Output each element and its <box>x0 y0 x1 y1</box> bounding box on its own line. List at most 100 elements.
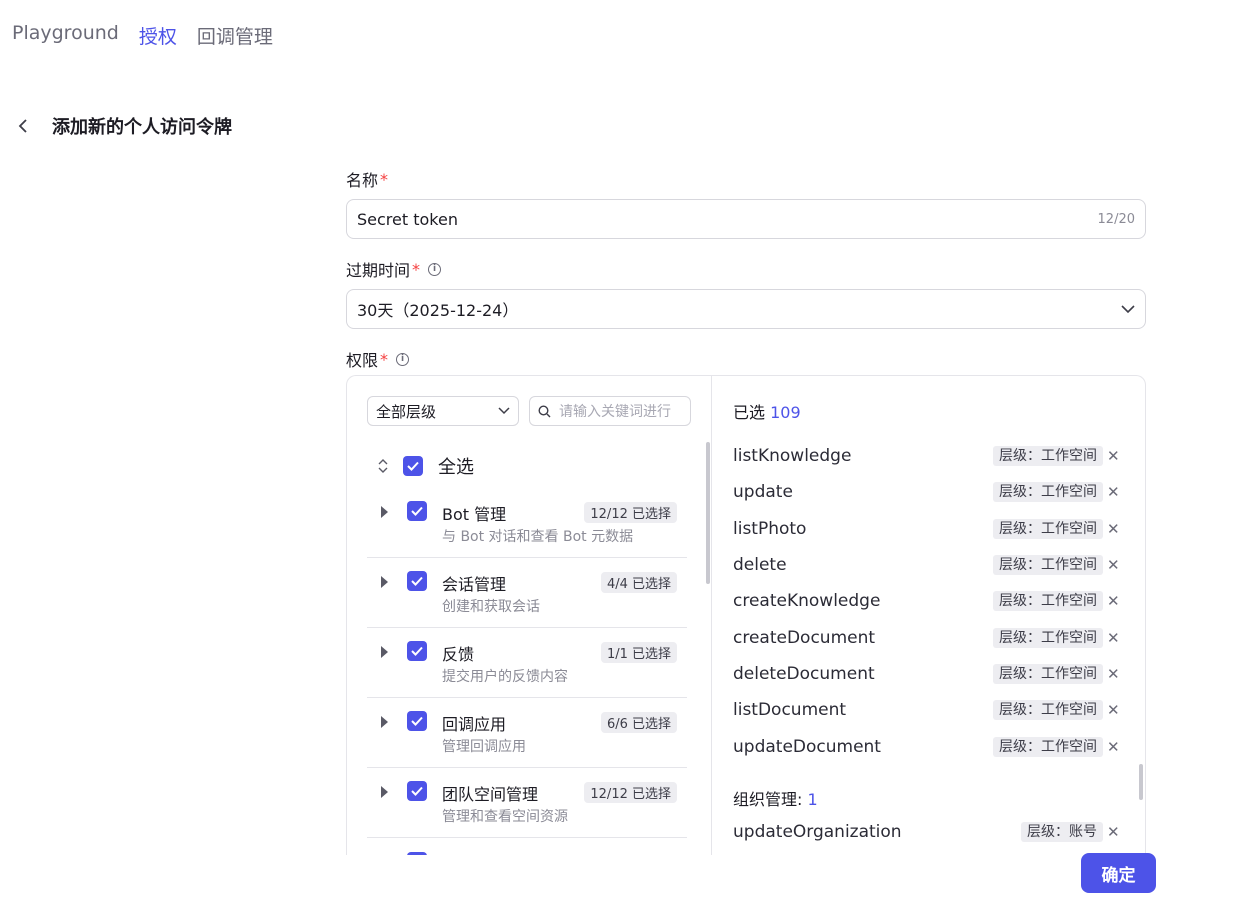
search-input[interactable]: 请输入关键词进行 <box>529 396 691 426</box>
level-tag: 层级：工作空间 <box>993 736 1103 757</box>
chevron-down-icon <box>498 407 510 415</box>
tree-scrollbar[interactable] <box>706 442 710 584</box>
remove-icon[interactable]: ✕ <box>1107 556 1120 574</box>
level-tag: 层级：账号 <box>1021 822 1103 843</box>
name-field-group: 名称 * Secret token 12/20 <box>346 167 1146 239</box>
group-desc: 与 Bot 对话和查看 Bot 元数据 <box>442 529 634 545</box>
permission-name: listKnowledge <box>733 446 852 467</box>
remove-icon[interactable]: ✕ <box>1107 592 1120 610</box>
group-checkbox[interactable] <box>407 711 427 731</box>
expire-select[interactable]: 30天（2025-12-24） <box>346 289 1146 329</box>
permission-groups: Bot 管理 与 Bot 对话和查看 Bot 元数据 12/12 已选择 会话管… <box>367 488 687 855</box>
name-label: 名称 * <box>346 167 1146 191</box>
name-input[interactable]: Secret token 12/20 <box>346 199 1146 239</box>
tab-authorization[interactable]: 授权 <box>139 22 177 49</box>
expand-collapse-icon[interactable] <box>377 458 389 474</box>
group-bot-management[interactable]: Bot 管理 与 Bot 对话和查看 Bot 元数据 12/12 已选择 <box>367 488 687 558</box>
remove-icon[interactable]: ✕ <box>1107 483 1120 501</box>
check-icon <box>407 461 419 471</box>
permission-meta: 层级：工作空间 ✕ <box>993 482 1120 503</box>
group-feedback[interactable]: 反馈 提交用户的反馈内容 1/1 已选择 <box>367 628 687 698</box>
selected-scrollbar[interactable] <box>1139 764 1143 800</box>
selected-permission-item: listDocument 层级：工作空间 ✕ <box>733 692 1120 728</box>
group-checkbox[interactable] <box>407 641 427 661</box>
name-label-text: 名称 <box>346 171 379 190</box>
info-icon[interactable]: i <box>428 262 442 276</box>
search-icon <box>538 404 551 417</box>
group-checkbox[interactable] <box>407 571 427 591</box>
group-callback-apps[interactable]: 回调应用 管理回调应用 6/6 已选择 <box>367 698 687 768</box>
caret-right-icon[interactable] <box>381 646 388 658</box>
page-header: 添加新的个人访问令牌 <box>12 113 232 139</box>
caret-right-icon[interactable] <box>381 506 388 518</box>
expire-label: 过期时间 * i <box>346 257 1146 281</box>
level-tag: 层级：工作空间 <box>993 627 1103 648</box>
remove-icon[interactable]: ✕ <box>1107 520 1120 538</box>
permission-name: updateOrganization <box>733 822 902 843</box>
info-icon[interactable]: i <box>396 352 410 366</box>
required-mark: * <box>380 349 389 369</box>
group-count-badge: 12/12 已选择 <box>584 502 677 523</box>
remove-icon[interactable]: ✕ <box>1107 447 1120 465</box>
level-filter-select[interactable]: 全部层级 <box>367 396 519 426</box>
group-desc: 创建和获取会话 <box>442 599 540 615</box>
permission-meta: 层级：工作空间 ✕ <box>993 627 1120 648</box>
perm-label-text: 权限 <box>346 351 379 370</box>
group-partial-next[interactable] <box>367 838 687 855</box>
permission-name: listPhoto <box>733 518 807 539</box>
tab-callback-management[interactable]: 回调管理 <box>197 22 273 49</box>
check-icon <box>411 506 423 516</box>
select-all-row[interactable]: 全选 <box>377 453 474 479</box>
group-count-badge: 12/12 已选择 <box>584 782 677 803</box>
check-icon <box>411 716 423 726</box>
group-checkbox[interactable] <box>407 852 427 855</box>
permission-name: delete <box>733 555 787 576</box>
group-desc: 提交用户的反馈内容 <box>442 669 568 685</box>
remove-icon[interactable]: ✕ <box>1107 738 1120 756</box>
caret-right-icon[interactable] <box>381 786 388 798</box>
group-title: Bot 管理 <box>442 505 507 524</box>
permissions-tree: 全部层级 请输入关键词进行 全选 Bot 管理 与 Bot 对话和查看 Bot … <box>347 376 712 855</box>
select-all-checkbox[interactable] <box>403 456 423 476</box>
remove-icon[interactable]: ✕ <box>1107 665 1120 683</box>
remove-icon[interactable]: ✕ <box>1107 629 1120 647</box>
caret-right-icon[interactable] <box>381 576 388 588</box>
level-tag: 层级：工作空间 <box>993 446 1103 467</box>
back-button[interactable] <box>12 115 34 137</box>
selected-permission-item: deleteDocument 层级：工作空间 ✕ <box>733 656 1120 692</box>
permission-meta: 层级：工作空间 ✕ <box>993 663 1120 684</box>
permission-name: createDocument <box>733 627 876 648</box>
group-title: 反馈 <box>442 645 475 664</box>
permission-meta: 层级：工作空间 ✕ <box>993 591 1120 612</box>
name-input-value: Secret token <box>357 209 458 229</box>
selected-count: 109 <box>770 403 801 422</box>
group-desc: 管理回调应用 <box>442 739 526 755</box>
permission-meta: 层级：工作空间 ✕ <box>993 736 1120 757</box>
group-title: 回调应用 <box>442 715 507 734</box>
group-checkbox[interactable] <box>407 781 427 801</box>
group-count-badge: 4/4 已选择 <box>600 572 677 593</box>
perm-label: 权限 * i <box>346 347 1146 371</box>
group-conversation-management[interactable]: 会话管理 创建和获取会话 4/4 已选择 <box>367 558 687 628</box>
required-mark: * <box>380 169 389 189</box>
org-section-count: 1 <box>807 790 818 809</box>
group-checkbox[interactable] <box>407 501 427 521</box>
level-tag: 层级：工作空间 <box>993 700 1103 721</box>
group-team-space-management[interactable]: 团队空间管理 管理和查看空间资源 12/12 已选择 <box>367 768 687 838</box>
page-title: 添加新的个人访问令牌 <box>52 117 232 138</box>
caret-right-icon[interactable] <box>381 716 388 728</box>
permission-meta: 层级：账号 ✕ <box>1021 822 1120 843</box>
remove-icon[interactable]: ✕ <box>1107 823 1120 841</box>
permission-name: listDocument <box>733 700 847 721</box>
tab-playground[interactable]: Playground <box>12 22 119 49</box>
org-section-label: 组织管理: <box>733 790 803 809</box>
check-icon <box>411 576 423 586</box>
remove-icon[interactable]: ✕ <box>1107 701 1120 719</box>
permission-meta: 层级：工作空间 ✕ <box>993 555 1120 576</box>
group-desc: 管理和查看空间资源 <box>442 809 568 825</box>
selected-permissions: 已选 109 listKnowledge 层级：工作空间 ✕ update 层级：工作空… <box>713 376 1145 855</box>
org-list: updateOrganization 层级：账号 ✕ <box>733 814 1120 850</box>
level-tag: 层级：工作空间 <box>993 482 1103 503</box>
confirm-button[interactable]: 确定 <box>1081 853 1156 893</box>
selected-label: 已选 <box>733 403 766 422</box>
